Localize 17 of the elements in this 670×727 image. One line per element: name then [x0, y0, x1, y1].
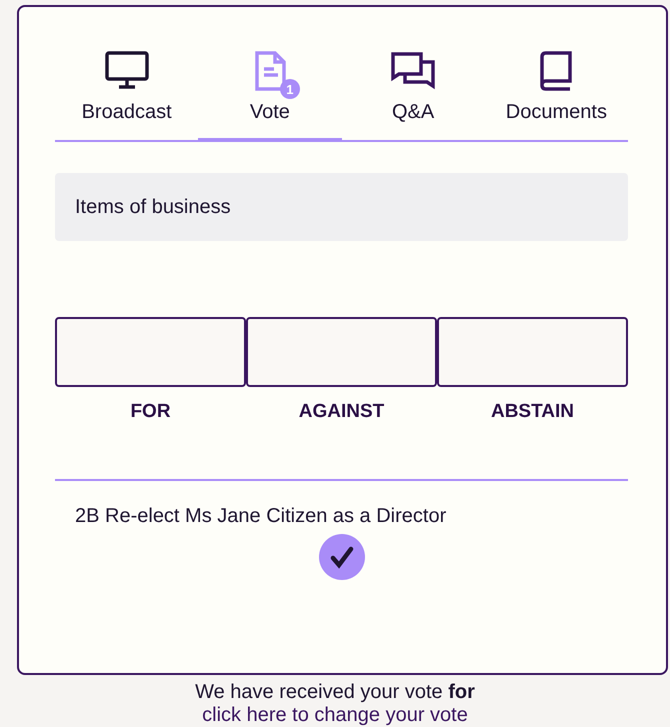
vote-option-label: ABSTAIN [490, 401, 574, 423]
vote-option-button[interactable] [437, 317, 628, 387]
tab[interactable]: Broadcast [55, 37, 198, 142]
chat-icon [391, 51, 436, 91]
monitor-icon [104, 51, 149, 91]
tab[interactable]: Q&A [342, 37, 485, 142]
tab[interactable]: 1 Vote [198, 37, 342, 142]
tab[interactable]: Documents [484, 37, 628, 142]
vote-option-button[interactable] [246, 317, 437, 387]
change-vote-link[interactable]: click here to change your vote [0, 704, 670, 727]
vote-confirmation: We have received your vote for [194, 681, 476, 704]
vote-option-label: AGAINST [298, 401, 384, 423]
count-badge: 1 [280, 79, 300, 99]
resolution-title: 2B Re-elect Ms Jane Citizen as a Director [74, 504, 448, 528]
section-header: Items of business [55, 173, 628, 241]
vote-option-label: FOR [130, 401, 171, 423]
vote-option-button[interactable] [55, 317, 246, 387]
